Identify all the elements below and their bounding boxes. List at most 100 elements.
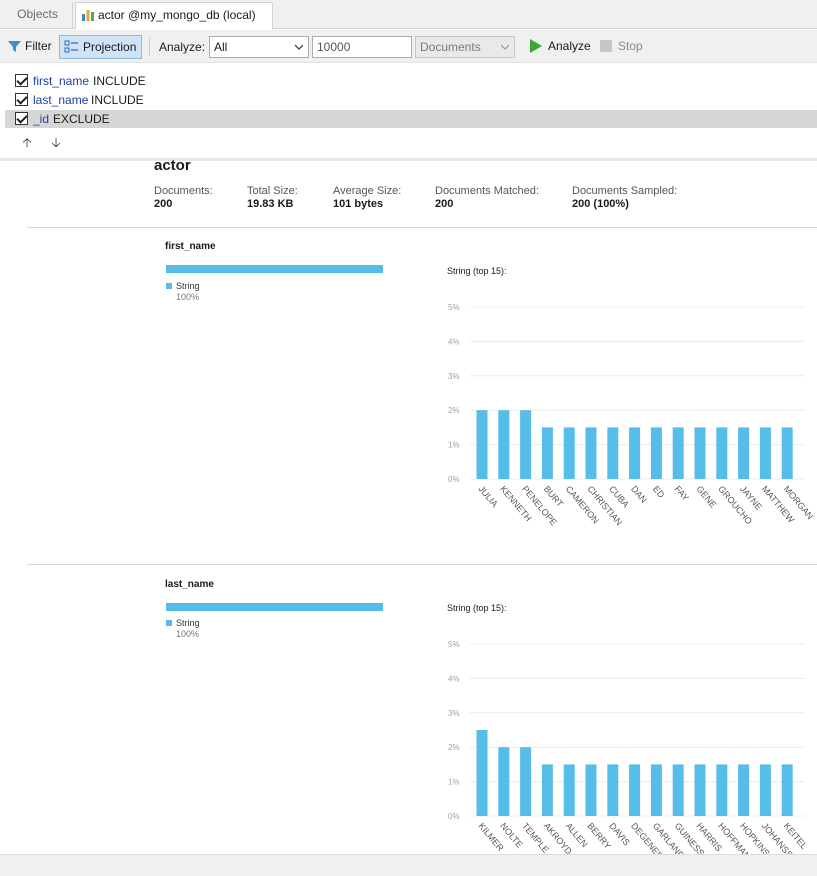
analyze-button[interactable]: Analyze [527, 35, 593, 59]
y-tick-label: 3% [448, 372, 460, 381]
bar[interactable] [498, 410, 510, 479]
tab-objects[interactable]: Objects [3, 2, 73, 29]
legend-type-name: String [176, 281, 200, 291]
stat-documents-label: Documents: [154, 185, 213, 197]
legend-type-name: String [176, 618, 200, 628]
projection-row-last-name[interactable]: last_name INCLUDE [5, 91, 817, 109]
last-name-checkbox[interactable] [15, 93, 28, 106]
id-checkbox[interactable] [15, 112, 28, 125]
first-name-bar-chart: 0%1%2%3%4%5%JULIAKENNETHPENELOPEBURTCAME… [448, 303, 815, 527]
stat-matched-label: Documents Matched: [435, 185, 539, 197]
x-tick-label: GENE [694, 484, 718, 510]
bar[interactable] [759, 427, 771, 479]
y-tick-label: 4% [448, 674, 460, 683]
filter-label: Filter [25, 39, 52, 53]
stat-total-size-value: 19.83 KB [247, 198, 294, 210]
funnel-icon [8, 41, 21, 52]
filter-button[interactable]: Filter [5, 35, 59, 59]
bar[interactable] [716, 427, 728, 479]
bar[interactable] [607, 764, 619, 816]
bar[interactable] [629, 427, 641, 479]
legend-type-percent: 100% [176, 292, 200, 302]
bar[interactable] [738, 427, 750, 479]
stop-icon [600, 40, 612, 52]
first-name-checkbox[interactable] [15, 74, 28, 87]
bar[interactable] [781, 764, 793, 816]
tab-actor-analysis[interactable]: actor @my_mongo_db (local) ... [75, 2, 273, 47]
field-name: first_name [165, 241, 216, 252]
y-tick-label: 1% [448, 441, 460, 450]
move-down-icon[interactable]: 🡣 [49, 136, 63, 150]
sample-unit-value: Documents [420, 40, 481, 54]
analyze-scope-label: Analyze: [159, 40, 206, 54]
x-tick-label: ED [651, 484, 667, 500]
projection-field: _id [33, 112, 50, 126]
bar[interactable] [759, 764, 771, 816]
bar[interactable] [607, 427, 619, 479]
bar[interactable] [781, 427, 793, 479]
y-tick-label: 3% [448, 709, 460, 718]
projection-field: last_name [33, 93, 89, 107]
move-up-icon[interactable]: 🡡 [20, 136, 34, 150]
bar[interactable] [476, 730, 488, 816]
bar[interactable] [738, 764, 750, 816]
stat-matched-value: 200 [435, 198, 454, 210]
type-distribution-bar [166, 265, 383, 273]
type-distribution-bar [166, 603, 383, 611]
bar[interactable] [694, 427, 706, 479]
x-tick-label: JULIA [476, 484, 499, 509]
bar[interactable] [541, 427, 553, 479]
projection-button[interactable]: Projection [59, 35, 142, 59]
splitter[interactable] [0, 158, 817, 161]
y-tick-label: 0% [448, 475, 460, 484]
projection-mode: EXCLUDE [53, 112, 110, 126]
projection-mode: INCLUDE [93, 74, 146, 88]
chart-title: String (top 15): [447, 603, 507, 613]
legend-type-percent: 100% [176, 629, 200, 639]
bar[interactable] [498, 747, 510, 816]
y-tick-label: 0% [448, 812, 460, 821]
bar[interactable] [520, 410, 532, 479]
x-tick-label: FAY [673, 484, 691, 503]
projection-field: first_name [33, 74, 90, 88]
play-icon [530, 39, 542, 53]
sample-unit-select[interactable]: Documents [415, 36, 515, 58]
bar[interactable] [672, 427, 684, 479]
tab-bar: Objects actor @my_mongo_db (local) ... [0, 0, 817, 47]
bar[interactable] [629, 764, 641, 816]
stat-sampled-value: 200 (100%) [572, 198, 629, 210]
bar[interactable] [541, 764, 553, 816]
bar[interactable] [716, 764, 728, 816]
x-tick-label: DAN [629, 484, 649, 505]
stop-button[interactable]: Stop [597, 35, 647, 59]
chart-icon [82, 10, 94, 21]
projection-icon [64, 40, 78, 53]
bar[interactable] [650, 764, 662, 816]
projection-row-id[interactable]: _id EXCLUDE [5, 110, 817, 128]
bar[interactable] [694, 764, 706, 816]
section-divider [27, 564, 817, 565]
toolbar: Filter Projection Analyze: All 10000 Doc… [0, 30, 817, 63]
bar[interactable] [520, 747, 532, 816]
bar[interactable] [476, 410, 488, 479]
stat-documents-value: 200 [154, 198, 173, 210]
stop-button-label: Stop [618, 39, 643, 53]
bar[interactable] [672, 764, 684, 816]
status-bar [0, 854, 817, 876]
projection-label: Projection [83, 40, 137, 54]
legend-swatch [166, 620, 172, 626]
last-name-bar-chart: 0%1%2%3%4%5%KILMERNOLTETEMPLEAKROYDALLEN… [448, 640, 809, 854]
chart-title: String (top 15): [447, 266, 507, 276]
bar[interactable] [563, 427, 575, 479]
bar[interactable] [585, 427, 597, 479]
analyze-scope-value: All [214, 40, 228, 54]
y-tick-label: 5% [448, 303, 460, 312]
analyze-scope-select[interactable]: All [209, 36, 309, 58]
projection-row-first-name[interactable]: first_name INCLUDE [5, 72, 817, 90]
bar[interactable] [585, 764, 597, 816]
bar[interactable] [650, 427, 662, 479]
bar[interactable] [563, 764, 575, 816]
y-tick-label: 4% [448, 337, 460, 346]
sample-limit-input[interactable]: 10000 [312, 36, 412, 58]
legend-swatch [166, 283, 172, 289]
